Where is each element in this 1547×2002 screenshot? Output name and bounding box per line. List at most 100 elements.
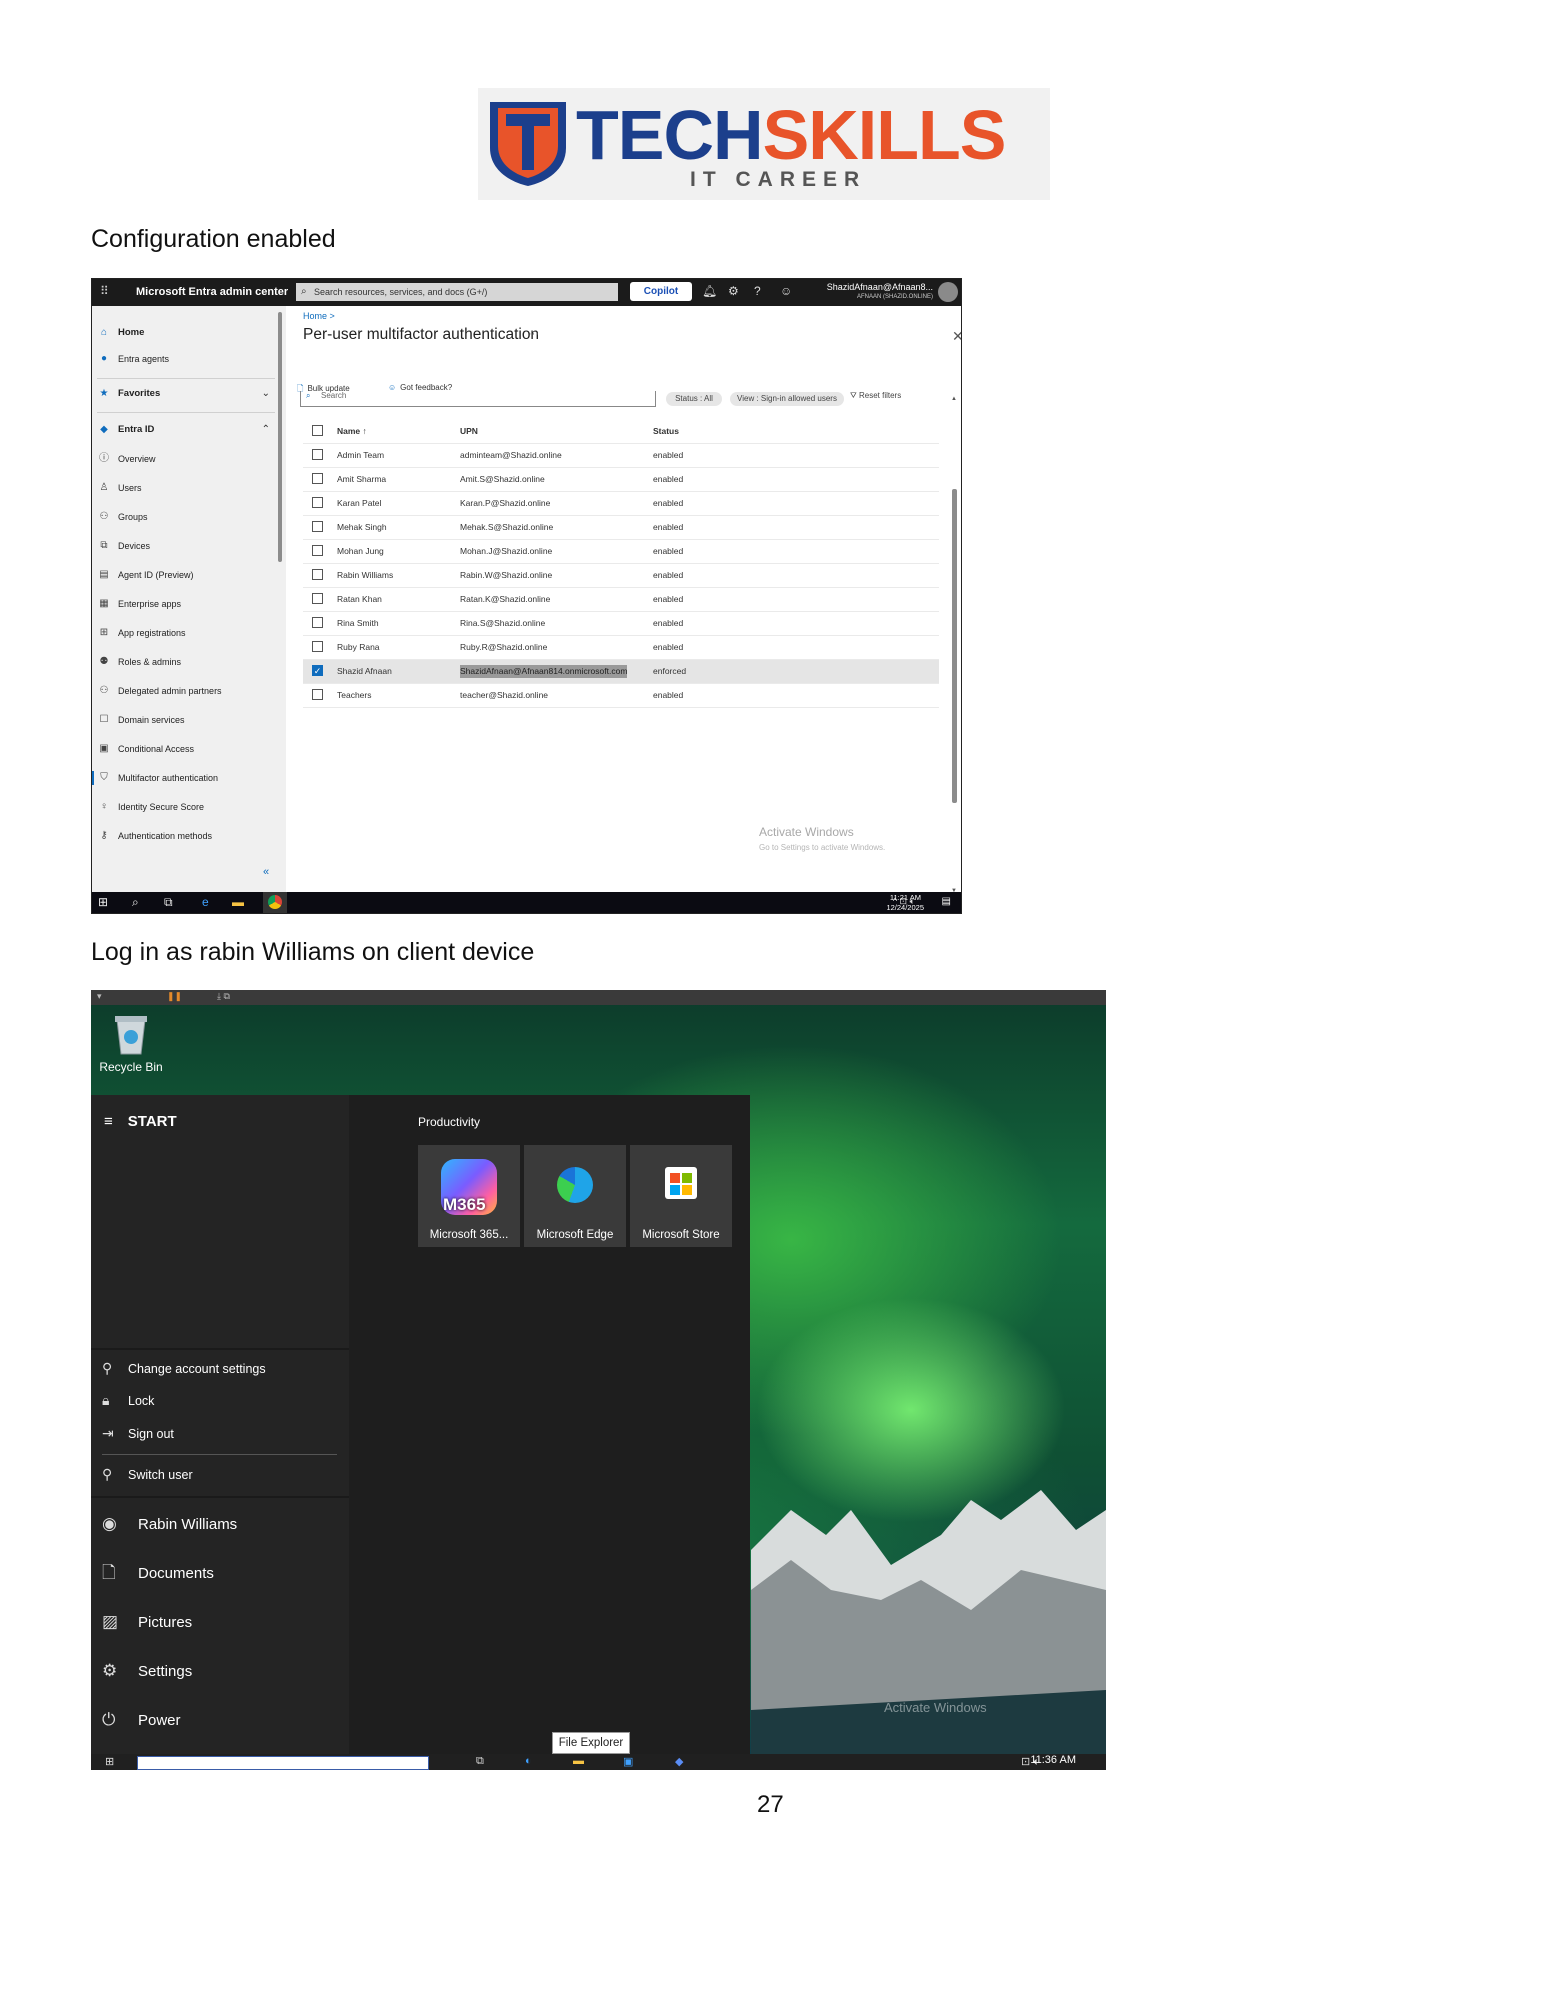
column-header-name[interactable]: Name ↑	[337, 420, 367, 443]
notification-icon[interactable]: ▤	[942, 896, 951, 907]
row-checkbox[interactable]	[312, 545, 323, 556]
sidebar-item-secure-score[interactable]: ♀ Identity Secure Score	[92, 794, 278, 820]
account-name[interactable]: ShazidAfnaan@Afnaan8...	[827, 282, 933, 292]
copilot-button[interactable]: Copilot	[630, 282, 692, 301]
main-scrollbar[interactable]: ▲ ▼	[951, 396, 957, 894]
sidebar-item-favorites[interactable]: ★ Favorites ⌄	[92, 381, 278, 407]
search-icon[interactable]: ⌕	[132, 895, 139, 910]
row-checkbox[interactable]	[312, 521, 323, 532]
table-row[interactable]: Mohan Jung Mohan.J@Shazid.online enabled	[303, 540, 939, 564]
windows-start-icon[interactable]: ⊞	[98, 895, 108, 909]
windows-start-icon[interactable]: ⊞	[105, 1755, 114, 1768]
settings-item[interactable]: ⚙ Settings	[102, 1654, 192, 1688]
sidebar-item-conditional-access[interactable]: ▣ Conditional Access	[92, 736, 278, 762]
table-row[interactable]: Admin Team adminteam@Shazid.online enabled	[303, 444, 939, 468]
bell-icon[interactable]: 🔔︎	[702, 284, 717, 298]
row-checkbox[interactable]	[312, 497, 323, 508]
documents-item[interactable]: 🗋︎ Documents	[102, 1556, 214, 1590]
table-row[interactable]: Ratan Khan Ratan.K@Shazid.online enabled	[303, 588, 939, 612]
tile-microsoft-edge[interactable]: Microsoft Edge	[524, 1145, 626, 1247]
app-launcher-icon[interactable]: ⠿	[100, 284, 109, 298]
sidebar-item-entra-agents[interactable]: ● Entra agents	[92, 346, 278, 372]
vm-menu-icon[interactable]: ▾	[97, 990, 102, 1002]
collapse-sidebar-icon[interactable]: «	[263, 866, 269, 878]
tile-microsoft-365[interactable]: M365 Microsoft 365...	[418, 1145, 520, 1247]
column-header-status[interactable]: Status	[653, 420, 679, 443]
table-search-input[interactable]: ⌕ Search	[300, 391, 656, 407]
table-row[interactable]: Rabin Williams Rabin.W@Shazid.online enabl…	[303, 564, 939, 588]
sidebar-item-devices[interactable]: ⧉ Devices	[92, 533, 278, 559]
sidebar-item-groups[interactable]: ⚇ Groups	[92, 504, 278, 530]
edge-icon[interactable]: ◐	[525, 1755, 532, 1767]
row-checkbox[interactable]	[312, 641, 323, 652]
sidebar-scrollbar[interactable]	[278, 312, 282, 562]
table-row[interactable]: Teachers teacher@Shazid.online enabled	[303, 684, 939, 708]
ie-icon[interactable]: e	[202, 895, 209, 909]
folder-icon[interactable]: ▬	[232, 895, 244, 909]
taskbar-clock-time[interactable]: 11:36 AM	[1030, 1754, 1076, 1766]
view-filter-pill[interactable]: View : Sign-in allowed users	[730, 392, 844, 406]
close-icon[interactable]: ✕	[952, 328, 961, 345]
scrollbar-thumb[interactable]	[952, 489, 957, 803]
recycle-bin[interactable]: Recycle Bin	[96, 1012, 166, 1074]
hamburger-icon[interactable]: ≡	[104, 1113, 113, 1130]
sidebar-item-home[interactable]: ⌂ Home	[92, 320, 278, 346]
switch-user-item[interactable]: ⚲ Switch user	[102, 1460, 193, 1488]
help-icon[interactable]: ?	[754, 284, 761, 298]
row-checkbox[interactable]	[312, 593, 323, 604]
task-view-icon[interactable]: ⧉	[164, 895, 173, 910]
sidebar-item-domain-services[interactable]: ☐ Domain services	[92, 707, 278, 733]
sidebar-item-app-registrations[interactable]: ⊞ App registrations	[92, 620, 278, 646]
copilot-icon[interactable]: ◆	[675, 1755, 683, 1768]
row-checkbox[interactable]	[312, 617, 323, 628]
send-keys-icon[interactable]: ⤓ ⧉	[217, 990, 230, 1002]
more-icon[interactable]: ···	[528, 328, 539, 340]
table-row[interactable]: Rina Smith Rina.S@Shazid.online enabled	[303, 612, 939, 636]
lock-item[interactable]: 🔒︎ Lock	[102, 1386, 154, 1414]
table-row[interactable]: Mehak Singh Mehak.S@Shazid.online enabled	[303, 516, 939, 540]
taskbar-clock-time[interactable]: 11:21 AM	[890, 893, 921, 902]
table-row[interactable]: Ruby Rana Ruby.R@Shazid.online enabled	[303, 636, 939, 660]
avatar[interactable]	[938, 282, 958, 302]
sidebar-item-auth-methods[interactable]: ⚷ Authentication methods	[92, 823, 278, 849]
feedback-icon[interactable]: ☺	[780, 284, 792, 298]
sidebar-item-entra-id[interactable]: ◆ Entra ID ⌃	[92, 417, 278, 443]
power-item[interactable]: ⏻ Power	[102, 1703, 181, 1737]
chrome-icon[interactable]	[263, 892, 287, 913]
sidebar-item-users[interactable]: ♙ Users	[92, 475, 278, 501]
scroll-up-icon[interactable]: ▲	[951, 396, 957, 402]
change-account-settings-item[interactable]: ⚲ Change account settings	[102, 1354, 266, 1382]
sign-out-item[interactable]: ⇥ Sign out	[102, 1419, 174, 1447]
user-account-item[interactable]: ◉ Rabin Williams	[102, 1507, 237, 1541]
gear-icon[interactable]: ⚙	[728, 284, 739, 298]
row-checkbox[interactable]	[312, 689, 323, 700]
task-view-icon[interactable]: ⧉	[476, 1755, 484, 1768]
select-all-checkbox[interactable]	[312, 425, 323, 436]
reset-filters-button[interactable]: ⛛ Reset filters	[850, 391, 901, 401]
row-checkbox[interactable]	[312, 449, 323, 460]
store-icon[interactable]: ▣	[623, 1755, 633, 1768]
sidebar-item-delegated-partners[interactable]: ⚇ Delegated admin partners	[92, 678, 278, 704]
global-search-input[interactable]: ⌕ Search resources, services, and docs (G…	[296, 283, 618, 301]
sidebar-item-overview[interactable]: ⓘ Overview	[92, 446, 278, 472]
sidebar-item-mfa[interactable]: ⛉ Multifactor authentication	[92, 765, 278, 791]
row-checkbox[interactable]	[312, 569, 323, 580]
row-checkbox-checked[interactable]: ✓	[312, 665, 323, 676]
row-checkbox[interactable]	[312, 473, 323, 484]
table-row[interactable]: Karan Patel Karan.P@Shazid.online enabled	[303, 492, 939, 516]
tile-microsoft-store[interactable]: Microsoft Store	[630, 1145, 732, 1247]
breadcrumb[interactable]: Home >	[303, 311, 335, 321]
taskbar-clock-date[interactable]: 12/24/2025	[886, 903, 924, 912]
sidebar-item-enterprise-apps[interactable]: ▦ Enterprise apps	[92, 591, 278, 617]
sidebar-item-agent-id[interactable]: ▤ Agent ID (Preview)	[92, 562, 278, 588]
status-filter-pill[interactable]: Status : All	[666, 392, 722, 406]
folder-icon[interactable]: ▬	[573, 1755, 584, 1767]
table-row-selected[interactable]: ✓ Shazid Afnaan ShazidAfnaan@Afnaan814.onm…	[303, 660, 939, 684]
sidebar-item-roles[interactable]: ⚉ Roles & admins	[92, 649, 278, 675]
column-header-upn[interactable]: UPN	[460, 420, 478, 443]
pictures-item[interactable]: ▨ Pictures	[102, 1605, 192, 1639]
taskbar-search-input[interactable]	[137, 1756, 429, 1770]
pause-icon[interactable]: ❚❚	[167, 990, 182, 1002]
start-header[interactable]: ≡ START	[104, 1113, 177, 1130]
table-row[interactable]: Amit Sharma Amit.S@Shazid.online enabled	[303, 468, 939, 492]
